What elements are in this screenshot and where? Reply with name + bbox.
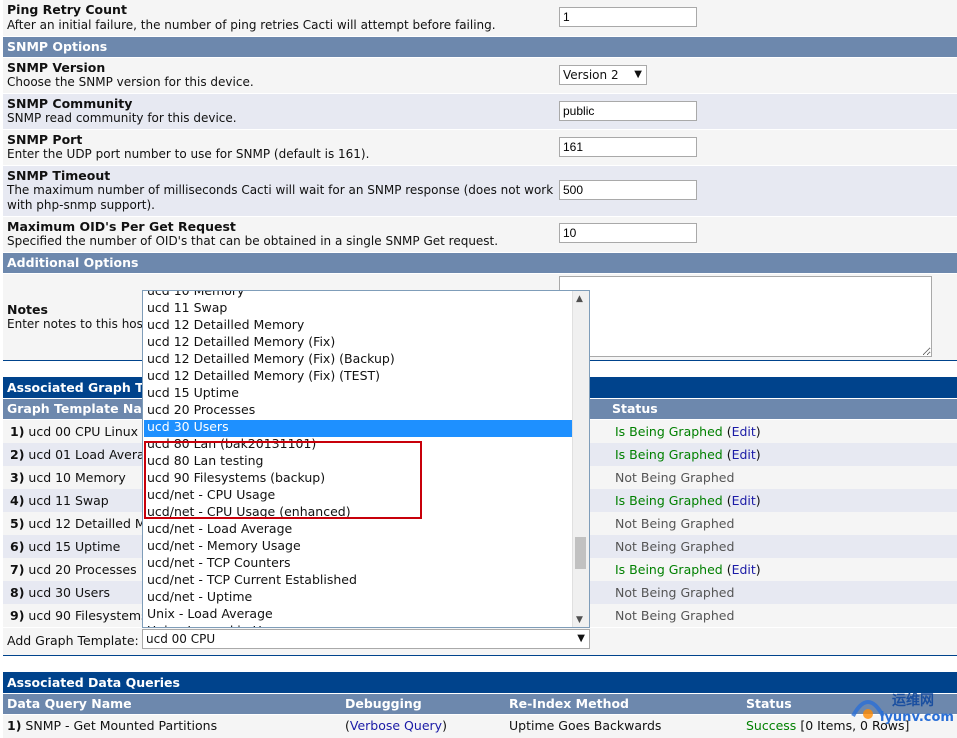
graph-template-status: Not Being Graphed — [615, 608, 735, 623]
data-queries-column-header: Data Query Name Debugging Re-Index Metho… — [3, 694, 957, 714]
ping-retry-desc: After an initial failure, the number of … — [7, 18, 496, 32]
ping-retry-input[interactable] — [559, 7, 697, 27]
dropdown-option[interactable]: ucd 10 Memory — [147, 291, 244, 298]
scrollbar-thumb[interactable] — [575, 537, 586, 569]
dropdown-option[interactable]: ucd 30 Users — [147, 419, 229, 434]
snmp-options-header: SNMP Options — [3, 37, 957, 57]
notes-textarea[interactable] — [559, 276, 932, 357]
snmp-community-title: SNMP Community — [7, 96, 133, 111]
graph-template-name: 4) ucd 11 Swap — [10, 493, 109, 508]
graph-template-name: 5) ucd 12 Detailled Me — [10, 516, 154, 531]
edit-link[interactable]: Edit — [732, 562, 756, 577]
col-dq-status: Status — [746, 696, 792, 711]
snmp-port-input[interactable] — [559, 137, 697, 157]
snmp-timeout-title: SNMP Timeout — [7, 168, 111, 183]
snmp-port-title: SNMP Port — [7, 132, 83, 147]
snmp-community-input[interactable] — [559, 101, 697, 121]
snmp-version-select[interactable]: Version 2 ▼ — [559, 65, 647, 85]
graph-template-status: Is Being Graphed (Edit) — [615, 424, 761, 439]
dropdown-option[interactable]: ucd 15 Uptime — [147, 385, 239, 400]
graph-template-name: 8) ucd 30 Users — [10, 585, 110, 600]
add-graph-template-label: Add Graph Template: — [7, 633, 139, 648]
dropdown-option[interactable]: ucd 12 Detailled Memory (Fix) — [147, 334, 335, 349]
chevron-down-icon: ▼ — [577, 633, 585, 644]
snmp-version-desc: Choose the SNMP version for this device. — [7, 75, 254, 89]
verbose-query-link[interactable]: Verbose Query — [350, 718, 442, 733]
col-debugging: Debugging — [345, 696, 422, 711]
dropdown-option[interactable]: ucd 12 Detailled Memory (Fix) (Backup) — [147, 351, 395, 366]
snmp-timeout-desc-2: with php-snmp support). — [7, 198, 155, 212]
watermark: 运维网 iyunv.com — [848, 686, 954, 732]
watermark-cn: 运维网 — [892, 693, 934, 709]
watermark-url: iyunv.com — [880, 710, 954, 725]
dq-reindex-cell: Uptime Goes Backwards — [509, 718, 662, 733]
graph-template-status: Is Being Graphed (Edit) — [615, 493, 761, 508]
dq-name-cell: 1) SNMP - Get Mounted Partitions — [7, 718, 218, 733]
dropdown-option[interactable]: ucd/net - TCP Counters — [147, 555, 291, 570]
add-graph-template-select[interactable]: ucd 00 CPU ▼ — [142, 629, 590, 649]
graph-template-name: 1) ucd 00 CPU Linux — [10, 424, 139, 439]
snmp-timeout-desc-1: The maximum number of milliseconds Cacti… — [7, 183, 554, 197]
data-queries-header-label: Associated Data Queries — [7, 675, 180, 690]
graph-template-name: 2) ucd 01 Load Averag — [10, 447, 153, 462]
notes-title: Notes — [7, 302, 48, 317]
additional-options-header-label: Additional Options — [7, 255, 139, 270]
dropdown-option[interactable]: ucd/net - TCP Current Established — [147, 572, 357, 587]
add-graph-template-value: ucd 00 CPU — [146, 632, 216, 646]
chevron-down-icon: ▼ — [634, 69, 642, 80]
graph-template-name: 7) ucd 20 Processes — [10, 562, 137, 577]
dropdown-option[interactable]: ucd 11 Swap — [147, 300, 227, 315]
dropdown-option[interactable]: ucd 20 Processes — [147, 402, 255, 417]
graph-template-status: Is Being Graphed (Edit) — [615, 562, 761, 577]
dq-debug-cell: (Verbose Query) — [345, 718, 447, 733]
col-status: Status — [612, 401, 658, 416]
snmp-community-desc: SNMP read community for this device. — [7, 111, 237, 125]
graph-template-status: Not Being Graphed — [615, 516, 735, 531]
graph-template-status: Not Being Graphed — [615, 539, 735, 554]
edit-link[interactable]: Edit — [732, 424, 756, 439]
edit-link[interactable]: Edit — [732, 493, 756, 508]
dropdown-option[interactable]: ucd 12 Detailled Memory (Fix) (TEST) — [147, 368, 380, 383]
dropdown-option[interactable]: ucd 12 Detailled Memory — [147, 317, 304, 332]
additional-options-header: Additional Options — [3, 253, 957, 273]
highlight-box — [144, 441, 422, 519]
graph-template-status: Not Being Graphed — [615, 585, 735, 600]
scroll-up-icon[interactable]: ▲ — [576, 294, 583, 304]
scroll-down-icon[interactable]: ▼ — [576, 615, 583, 625]
snmp-timeout-input[interactable] — [559, 180, 697, 200]
col-data-query-name: Data Query Name — [7, 696, 132, 711]
snmp-port-desc: Enter the UDP port number to use for SNM… — [7, 147, 370, 161]
edit-link[interactable]: Edit — [732, 447, 756, 462]
graph-template-name: 9) ucd 90 Filesystems — [10, 608, 148, 623]
notes-desc: Enter notes to this hos — [7, 317, 143, 331]
snmp-options-header-label: SNMP Options — [7, 39, 108, 54]
snmp-version-value: Version 2 — [563, 68, 619, 82]
dropdown-option[interactable]: Unix - Logged in Users — [147, 623, 288, 627]
snmp-version-title: SNMP Version — [7, 60, 106, 75]
data-queries-header: Associated Data Queries — [3, 672, 957, 693]
graph-template-status: Is Being Graphed (Edit) — [615, 447, 761, 462]
dropdown-option[interactable]: ucd/net - Memory Usage — [147, 538, 301, 553]
dropdown-option[interactable]: ucd/net - Load Average — [147, 521, 292, 536]
graph-template-name: 6) ucd 15 Uptime — [10, 539, 121, 554]
max-oids-title: Maximum OID's Per Get Request — [7, 219, 236, 234]
max-oids-desc: Specified the number of OID's that can b… — [7, 234, 499, 248]
dropdown-option[interactable]: Unix - Load Average — [147, 606, 273, 621]
max-oids-input[interactable] — [559, 223, 697, 243]
ping-retry-title: Ping Retry Count — [7, 2, 127, 17]
dropdown-option[interactable]: ucd/net - Uptime — [147, 589, 252, 604]
graph-template-name: 3) ucd 10 Memory — [10, 470, 126, 485]
graph-template-status: Not Being Graphed — [615, 470, 735, 485]
dropdown-scrollbar[interactable]: ▲ ▼ — [572, 291, 589, 627]
graph-templates-header-label: Associated Graph Te — [7, 380, 151, 395]
col-reindex-method: Re-Index Method — [509, 696, 630, 711]
col-graph-template-name: Graph Template Nam — [7, 401, 155, 416]
